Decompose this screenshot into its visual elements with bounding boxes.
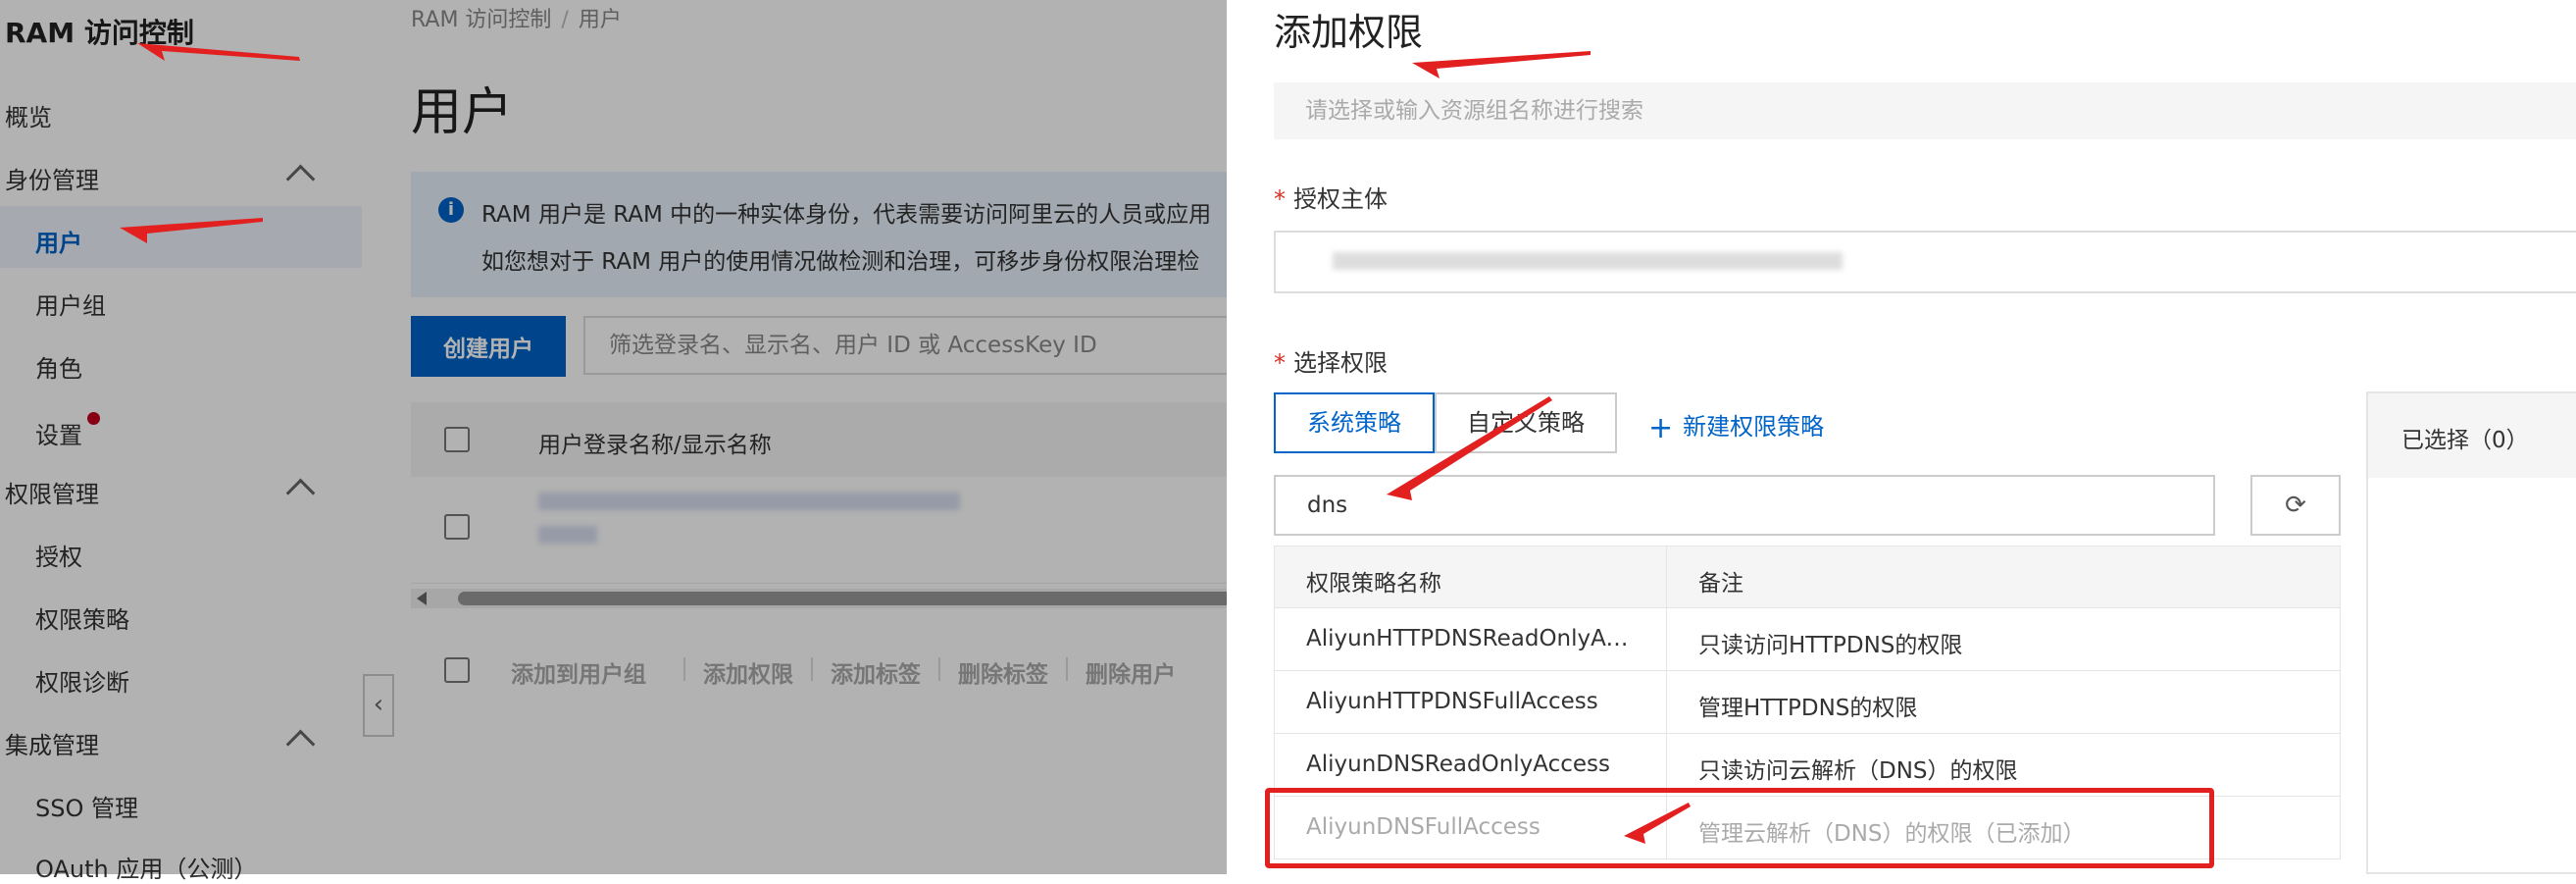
annotation-arrow xyxy=(120,218,263,243)
annotation-arrow xyxy=(1624,803,1691,844)
annotation-arrows xyxy=(120,43,1691,844)
annotation-arrow xyxy=(137,43,300,61)
annotation-arrow xyxy=(1412,51,1591,78)
annotation-arrow xyxy=(1387,396,1552,500)
